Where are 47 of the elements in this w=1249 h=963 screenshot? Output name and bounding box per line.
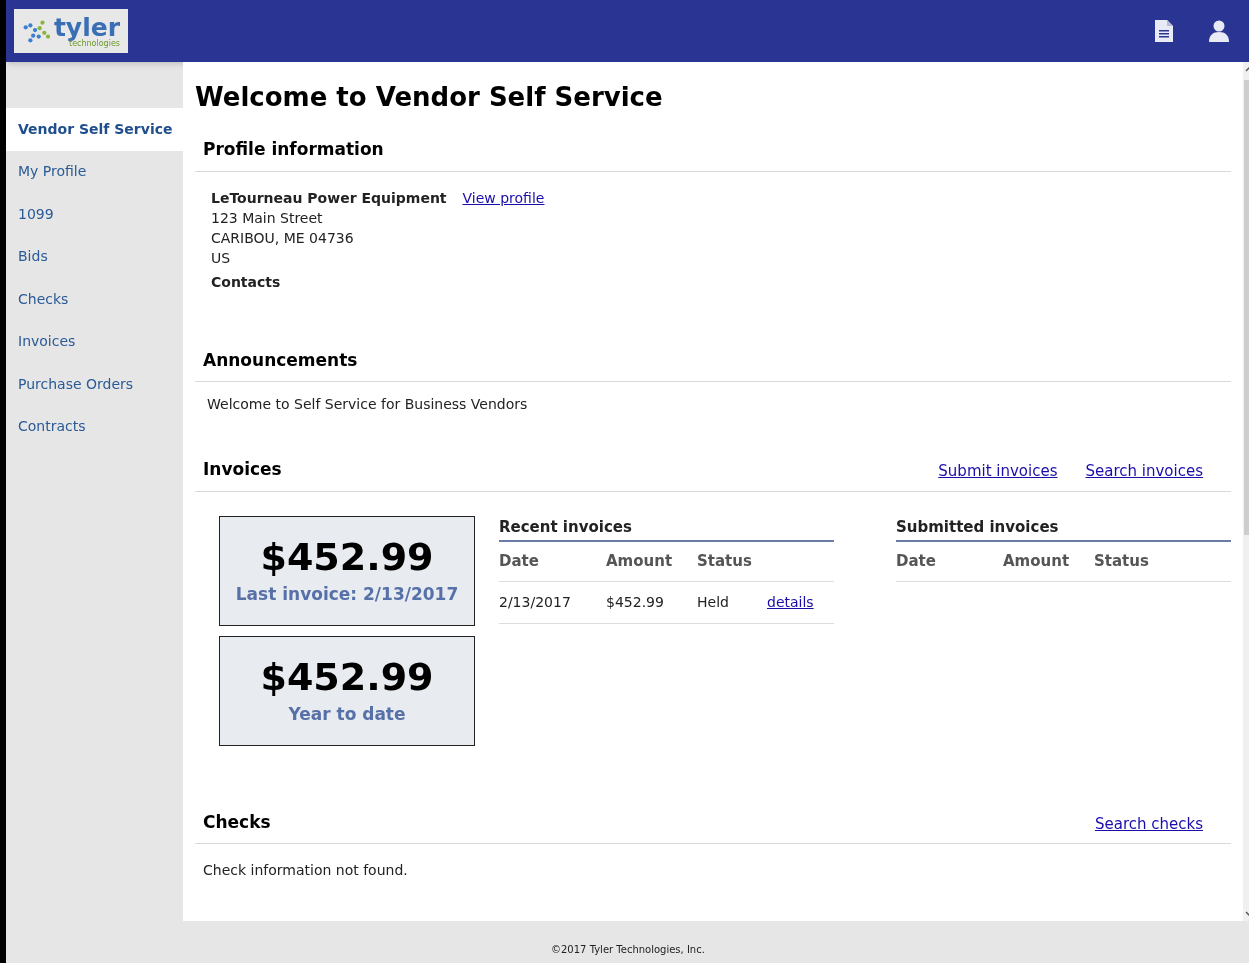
announcement-text: Welcome to Self Service for Business Vendors [206, 395, 529, 414]
table-title: Submitted invoices [896, 515, 1231, 542]
column-header: Date [896, 551, 937, 572]
sidebar-item[interactable]: My Profile [6, 150, 183, 193]
table-title: Recent invoices [499, 515, 834, 542]
section-link[interactable]: Search checks [1094, 812, 1203, 835]
user-icon[interactable] [1209, 20, 1229, 42]
document-icon[interactable] [1155, 20, 1173, 42]
logo[interactable]: tyler technologies [14, 9, 128, 53]
section-link[interactable]: Submit invoices [938, 460, 1058, 483]
section-heading: Invoices [203, 458, 282, 481]
section-link[interactable]: Search invoices [1085, 460, 1203, 483]
table-cell-text: $452.99 [606, 592, 665, 612]
logo-tagline: technologies [69, 39, 120, 48]
logo-name: tyler [53, 14, 120, 40]
checks-text: Check information not found. [202, 861, 409, 880]
dots-logo-icon [22, 17, 50, 45]
column-header: Date [499, 551, 540, 572]
card-label: Last invoice: 2/13/2017 [235, 582, 459, 606]
card-amount: $452.99 [260, 534, 434, 581]
sidebar-item[interactable]: Vendor Self Service [6, 108, 183, 151]
table-cell-text: 2/13/2017 [499, 592, 572, 612]
copyright-text: ©2017 Tyler Technologies, Inc. [551, 943, 705, 957]
sidebar-item[interactable]: Checks [6, 278, 183, 321]
section-heading: Checks [203, 810, 271, 834]
section-heading: Profile information [203, 138, 384, 161]
address-line: 123 Main Street [211, 208, 324, 228]
sidebar-item[interactable]: Purchase Orders [6, 363, 183, 406]
page-title: Welcome to Vendor Self Service [195, 81, 664, 114]
address-line: US [211, 248, 232, 268]
contacts-label: Contacts [211, 272, 282, 292]
card-amount: $452.99 [260, 654, 434, 701]
sidebar-item[interactable]: Contracts [6, 405, 183, 448]
column-header: Status [697, 551, 753, 572]
vendor-name: LeTourneau Power Equipment [211, 188, 447, 208]
sidebar-item[interactable]: 1099 [6, 193, 183, 236]
card-label: Year to date [288, 702, 406, 726]
column-header: Amount [1003, 551, 1071, 572]
table-cell-text: Held [697, 592, 730, 612]
column-header: Status [1094, 551, 1150, 572]
section-heading: Announcements [203, 348, 358, 372]
details-link[interactable]: details [767, 591, 814, 613]
address-line: CARIBOU, ME 04736 [211, 228, 355, 248]
sidebar-item[interactable]: Bids [6, 235, 183, 278]
view-profile-link[interactable]: View profile [462, 187, 545, 208]
column-header: Amount [606, 551, 674, 572]
sidebar-item[interactable]: Invoices [6, 320, 183, 363]
